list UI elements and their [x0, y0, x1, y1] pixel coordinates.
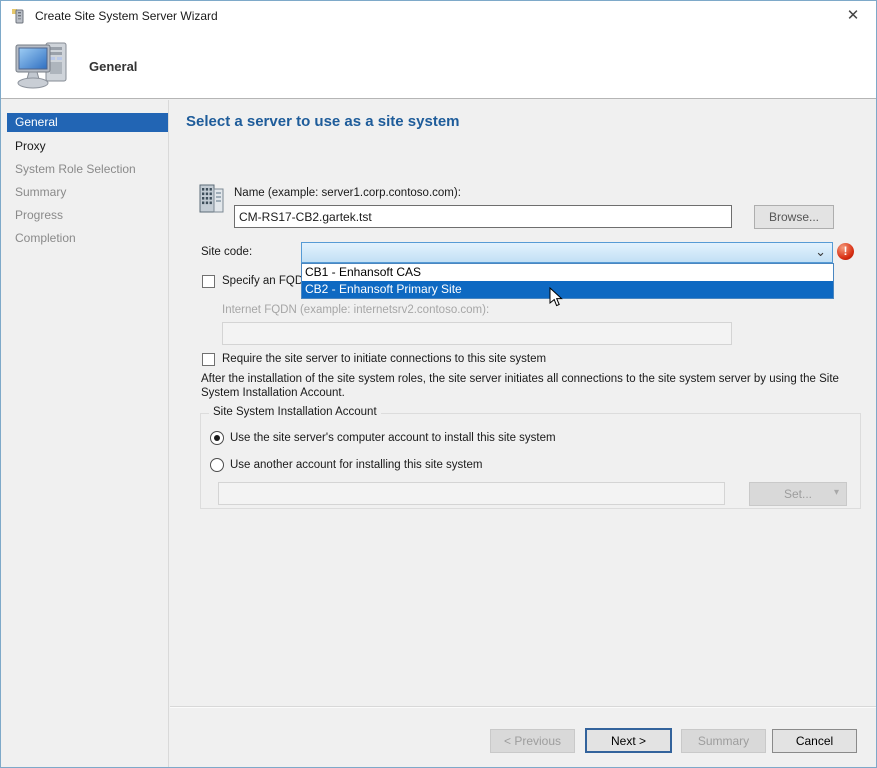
set-account-button: Set... ▾ [749, 482, 847, 506]
computer-account-radio[interactable] [210, 431, 224, 445]
title-bar: Create Site System Server Wizard ✕ [1, 1, 876, 31]
close-button[interactable]: ✕ [842, 5, 864, 27]
option-cb1[interactable]: CB1 - Enhansoft CAS [302, 264, 833, 281]
account-input [218, 482, 725, 505]
installation-account-group-title: Site System Installation Account [209, 406, 381, 418]
summary-button: Summary [681, 729, 766, 753]
sidebar-item-general[interactable]: General [7, 113, 168, 132]
set-account-label: Set... [784, 487, 812, 501]
footer-divider [170, 706, 876, 708]
sidebar-item-progress: Progress [7, 205, 168, 228]
next-button[interactable]: Next > [585, 728, 672, 753]
site-code-dropdown[interactable]: ⌄ [301, 242, 833, 263]
sidebar-item-completion: Completion [7, 228, 168, 251]
sidebar-item-proxy[interactable]: Proxy [7, 136, 168, 159]
installation-note: After the installation of the site syste… [201, 372, 869, 400]
site-code-option-list[interactable]: CB1 - Enhansoft CAS CB2 - Enhansoft Prim… [301, 263, 834, 299]
set-account-arrow-icon: ▾ [834, 487, 839, 498]
internet-fqdn-label: Internet FQDN (example: internetsrv2.con… [222, 304, 489, 316]
other-account-label: Use another account for installing this … [230, 459, 482, 471]
computer-account-label: Use the site server's computer account t… [230, 432, 556, 444]
window-title: Create Site System Server Wizard [35, 9, 218, 23]
option-cb2[interactable]: CB2 - Enhansoft Primary Site [302, 281, 833, 298]
app-icon [11, 8, 27, 24]
computer-icon [14, 39, 74, 95]
previous-button: < Previous [490, 729, 575, 753]
header-page-label: General [89, 59, 137, 74]
cancel-button[interactable]: Cancel [772, 729, 857, 753]
other-account-radio[interactable] [210, 458, 224, 472]
site-code-label: Site code: [201, 246, 252, 258]
wizard-steps-sidebar: General Proxy System Role Selection Summ… [1, 100, 169, 767]
sidebar-item-summary: Summary [7, 182, 168, 205]
name-field-label: Name (example: server1.corp.contoso.com)… [234, 187, 461, 199]
installation-account-group: Site System Installation Account Use the… [200, 413, 861, 509]
server-building-icon [199, 183, 225, 214]
internet-fqdn-input [222, 322, 732, 345]
sidebar-item-system-role-selection: System Role Selection [7, 159, 168, 182]
chevron-down-icon: ⌄ [815, 244, 826, 260]
browse-button[interactable]: Browse... [754, 205, 834, 229]
wizard-window: Create Site System Server Wizard ✕ Gener… [0, 0, 877, 768]
specify-fqdn-checkbox[interactable] [202, 275, 215, 288]
mouse-cursor [549, 287, 563, 307]
wizard-page-general: Select a server to use as a site system … [170, 100, 876, 767]
server-name-input[interactable] [234, 205, 732, 228]
wizard-header: General [1, 31, 876, 99]
specify-fqdn-label: Specify an FQD [222, 275, 303, 287]
error-icon: ! [837, 243, 854, 260]
page-title: Select a server to use as a site system [186, 113, 460, 130]
require-connections-label: Require the site server to initiate conn… [222, 353, 546, 365]
require-connections-checkbox[interactable] [202, 353, 215, 366]
